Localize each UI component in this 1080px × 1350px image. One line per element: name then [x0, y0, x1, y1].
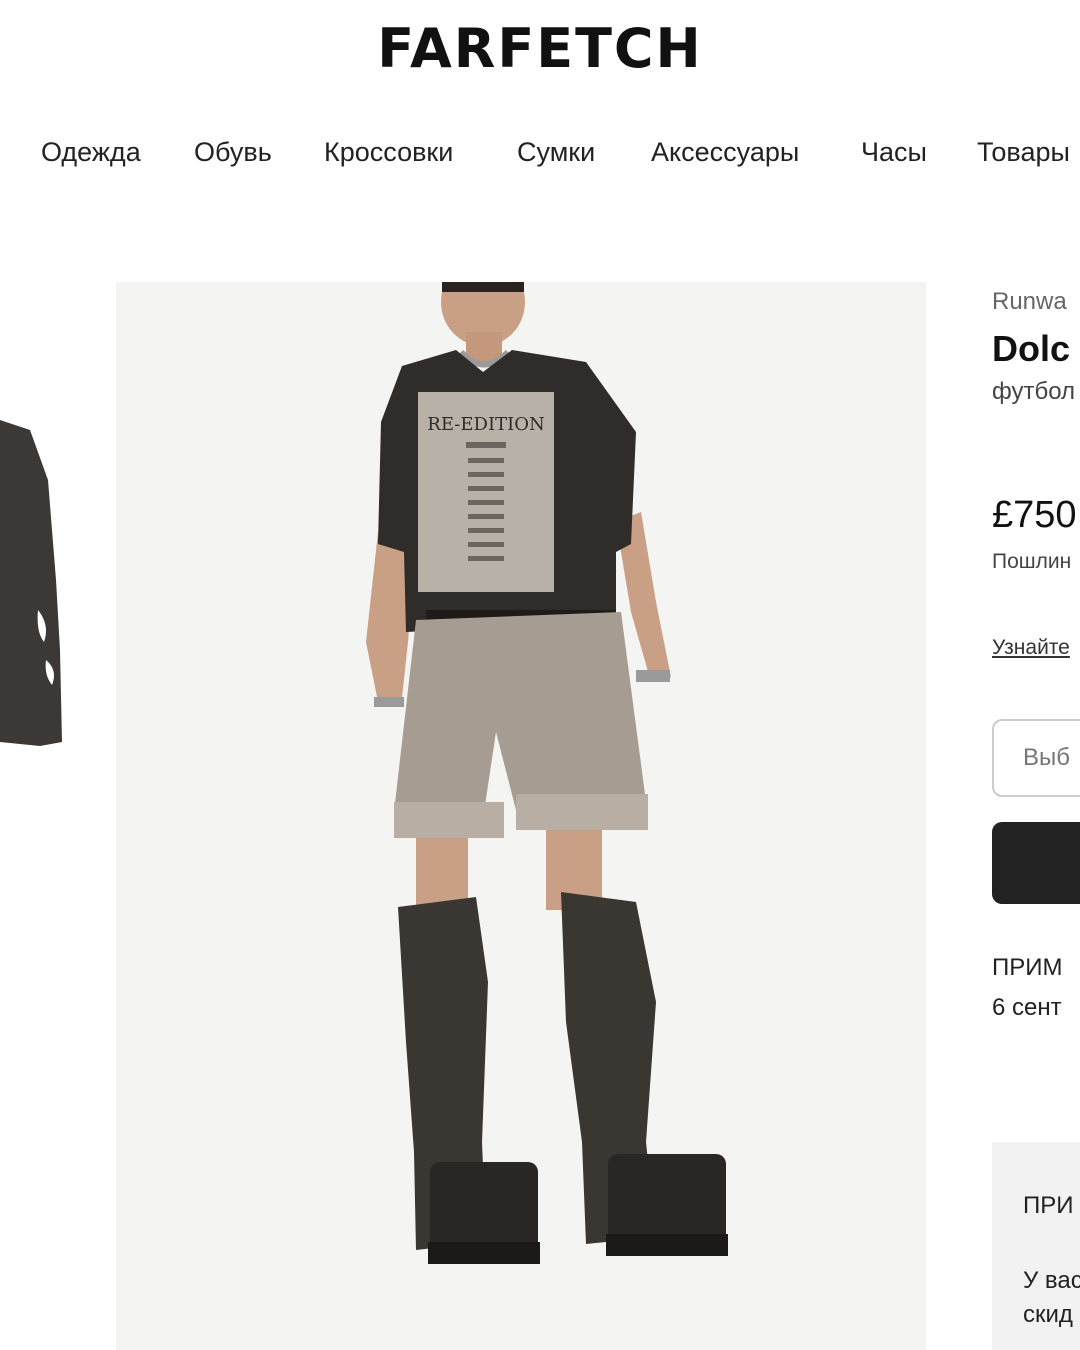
main-nav: Одежда Обувь Кроссовки Сумки Аксессуары … [0, 132, 1080, 172]
nav-item-sneakers[interactable]: Кроссовки [324, 132, 453, 172]
product-description: футбол [992, 378, 1076, 405]
nav-item-accessories[interactable]: Аксессуары [651, 132, 799, 172]
promo-title: ПРИ [1023, 1192, 1074, 1219]
promo-text: У вас скид [1023, 1264, 1080, 1332]
svg-text:RE-EDITION: RE-EDITION [427, 414, 544, 435]
product-price: £750 [992, 494, 1077, 536]
product-info-panel: Runwa Dolc футбол £750 Пошлин Узнайте Вы… [992, 282, 1080, 1350]
promo-box: ПРИ У вас скид [992, 1142, 1080, 1350]
learn-more-link[interactable]: Узнайте [992, 636, 1070, 660]
product-brand[interactable]: Dolc [992, 328, 1070, 370]
product-thumbnail[interactable] [0, 420, 62, 750]
nav-item-watches[interactable]: Часы [861, 132, 927, 172]
main-product-image[interactable]: RE-EDITION [116, 282, 926, 1350]
nav-item-shoes[interactable]: Обувь [194, 132, 272, 172]
promo-line-1: У вас [1023, 1267, 1080, 1294]
model-photo: RE-EDITION [116, 282, 926, 1350]
nav-item-bags[interactable]: Сумки [517, 132, 595, 172]
nav-item-goods[interactable]: Товары [977, 132, 1070, 172]
site-logo[interactable]: FARFETCH [0, 18, 1080, 80]
promo-line-2: скид [1023, 1301, 1073, 1328]
add-to-bag-button[interactable] [992, 822, 1080, 904]
nav-item-clothing[interactable]: Одежда [41, 132, 141, 172]
size-select[interactable]: Выб [992, 719, 1080, 797]
thumbnail-image [0, 420, 62, 746]
duty-note: Пошлин [992, 550, 1072, 573]
runway-badge: Runwa [992, 288, 1067, 315]
delivery-note-title: ПРИМ [992, 954, 1063, 981]
delivery-date: 6 сент [992, 994, 1062, 1021]
